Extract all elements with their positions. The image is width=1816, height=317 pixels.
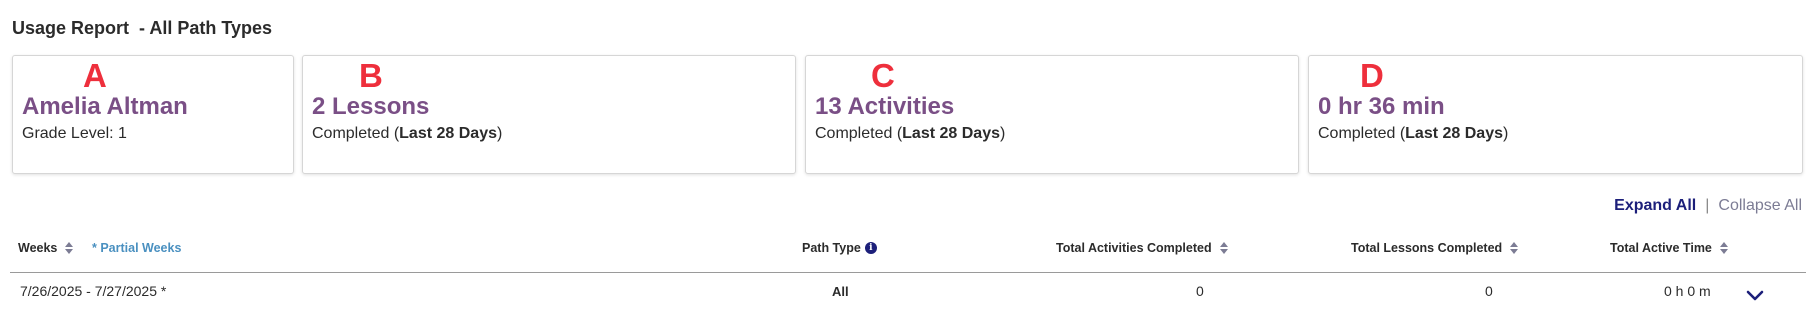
cell-total-activities: 0 [1196,283,1204,299]
page-title: Usage Report - All Path Types [12,18,273,38]
column-header-label: Total Activities Completed [1056,241,1212,255]
partial-weeks-note: * Partial Weeks [92,241,182,255]
activities-card: C 13 Activities Completed (Last 28 Days) [805,55,1299,174]
chevron-down-icon[interactable] [1746,289,1764,301]
cell-path-type: All [832,284,849,299]
collapse-all-link[interactable]: Collapse All [1718,197,1802,214]
card-subtitle-suffix: ) [1000,125,1006,142]
sort-icon[interactable] [1219,241,1229,255]
lessons-completed-value: 2 Lessons [312,93,430,120]
lessons-period: Completed (Last 28 Days) [312,123,502,145]
info-icon[interactable]: i [864,242,877,254]
lessons-card: B 2 Lessons Completed (Last 28 Days) [302,55,796,174]
card-subtitle-suffix: ) [497,125,503,142]
sort-icon[interactable] [1509,241,1519,255]
column-header-weeks[interactable]: Weeks [18,241,74,255]
card-subtitle-prefix: Completed ( [312,125,400,142]
expand-all-link[interactable]: Expand All [1614,197,1696,214]
cell-weeks: 7/26/2025 - 7/27/2025 * [20,283,167,299]
column-header-total-lessons[interactable]: Total Lessons Completed [1351,241,1519,255]
column-header-total-active-time[interactable]: Total Active Time [1610,241,1729,255]
card-subtitle-prefix: Completed ( [815,125,903,142]
column-header-label: Weeks [18,241,58,255]
cell-total-lessons: 0 [1485,283,1493,299]
column-header-path-type: Path Type i [802,241,877,255]
card-subtitle-bold: Last 28 Days [399,125,497,142]
active-time-period: Completed (Last 28 Days) [1318,123,1508,145]
card-subtitle-prefix: Grade Level: 1 [22,125,127,142]
column-header-label: Total Active Time [1610,241,1712,255]
activities-period: Completed (Last 28 Days) [815,123,1005,145]
time-card: D 0 hr 36 min Completed (Last 28 Days) [1308,55,1803,174]
card-subtitle-suffix: ) [1503,125,1509,142]
table-header-divider [10,272,1806,273]
sort-icon[interactable] [1719,241,1729,255]
card-subtitle-bold: Last 28 Days [902,125,1000,142]
column-header-total-activities[interactable]: Total Activities Completed [1056,241,1229,255]
usage-report-page: Usage Report - All Path Types A Amelia A… [0,0,1816,317]
expand-collapse-controls: Expand All | Collapse All [1614,197,1802,215]
sort-icon[interactable] [64,241,74,255]
card-subtitle-prefix: Completed ( [1318,125,1406,142]
column-header-label: Total Lessons Completed [1351,241,1503,255]
column-header-label: Path Type [802,241,861,255]
separator: | [1705,197,1710,214]
cell-total-active-time: 0 h 0 m [1664,283,1711,299]
activities-completed-value: 13 Activities [815,93,955,120]
grade-level: Grade Level: 1 [22,123,127,145]
student-card: A Amelia Altman Grade Level: 1 [12,55,294,174]
student-name: Amelia Altman [22,93,188,120]
card-subtitle-bold: Last 28 Days [1405,125,1503,142]
active-time-value: 0 hr 36 min [1318,93,1445,120]
